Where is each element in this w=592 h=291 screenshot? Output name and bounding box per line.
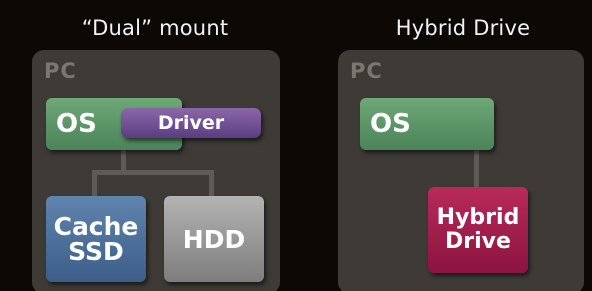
hybrid-drive-title: Hybrid Drive [395, 16, 531, 40]
driver-box: Driver [121, 108, 261, 138]
connector-horizontal [92, 170, 214, 175]
connector-to-cache [92, 170, 97, 196]
ssd-label: SSD [68, 237, 124, 266]
hdd-label: HDD [182, 224, 246, 254]
hdd-box: HDD [164, 196, 264, 282]
connector-os-down [121, 150, 126, 172]
os-label: OS [370, 109, 411, 139]
driver-label: Driver [157, 112, 225, 134]
pc-label: PC [350, 59, 383, 83]
pc-label: PC [44, 59, 77, 83]
os-label: OS [56, 109, 97, 139]
connector-os-to-hybrid [474, 150, 479, 190]
hybrid-label: Hybrid [436, 205, 520, 230]
dual-mount-pc-panel: PC OS Driver Cache SSD HDD [32, 50, 280, 291]
dual-mount-title: “Dual” mount [81, 16, 229, 40]
os-box: OS [360, 98, 494, 150]
cache-ssd-box: Cache SSD [46, 196, 146, 282]
hybrid-drive-box: Hybrid Drive [428, 187, 528, 273]
connector-to-hdd [209, 170, 214, 196]
cache-label: Cache [53, 212, 139, 241]
drive-label: Drive [445, 229, 511, 254]
hybrid-drive-pc-panel: PC OS Hybrid Drive [338, 50, 584, 291]
